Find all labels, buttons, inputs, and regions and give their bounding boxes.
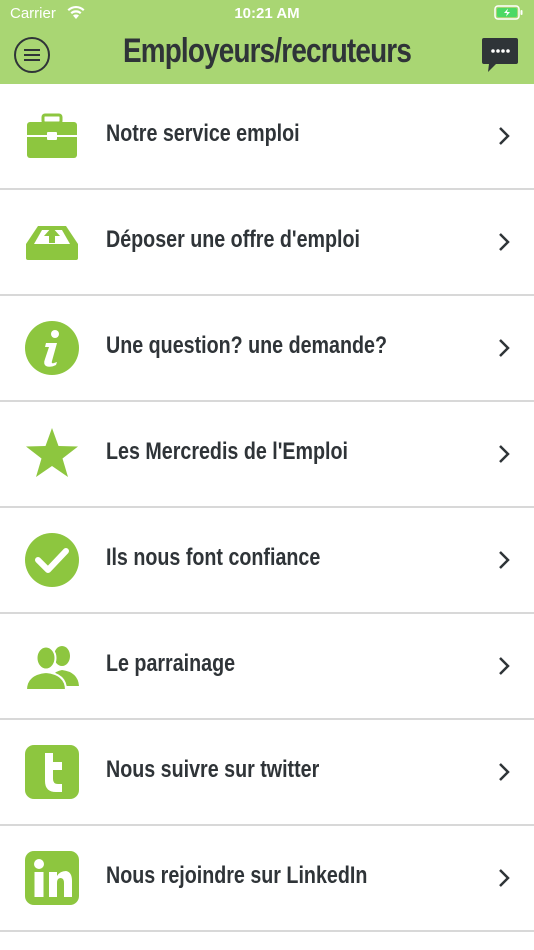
status-bar: Carrier 10:21 AM: [0, 0, 534, 28]
navigation-bar: Employeurs/recruteurs: [0, 28, 534, 84]
hamburger-line: [24, 49, 40, 51]
hamburger-line: [24, 59, 40, 61]
menu-item-label: Une question? une demande?: [106, 332, 388, 359]
menu-item-confiance[interactable]: Ils nous font confiance: [0, 508, 534, 614]
page-title: Employeurs/recruteurs: [122, 32, 412, 70]
menu-item-mercredis[interactable]: Les Mercredis de l'Emploi: [0, 402, 534, 508]
briefcase-icon: [27, 113, 77, 158]
status-time: 10:21 AM: [234, 5, 300, 22]
users-icon: [24, 645, 79, 691]
menu-item-parrainage[interactable]: Le parrainage: [0, 614, 534, 720]
chevron-right-icon: [499, 551, 510, 569]
top-bar: Carrier 10:21 AM Employeurs/recruteurs: [0, 0, 534, 84]
twitter-icon: [25, 745, 79, 799]
checkmark-icon: [25, 533, 79, 587]
chevron-right-icon: [499, 233, 510, 251]
linkedin-icon: [25, 851, 79, 905]
upload-tray-icon: [26, 226, 78, 260]
hamburger-menu-button[interactable]: [14, 37, 50, 73]
menu-item-label: Nous suivre sur twitter: [106, 756, 320, 783]
menu-list: Notre service emploi Déposer une offre d…: [0, 84, 534, 932]
menu-item-question[interactable]: Une question? une demande?: [0, 296, 534, 402]
chevron-right-icon: [499, 657, 510, 675]
menu-item-deposer-offre[interactable]: Déposer une offre d'emploi: [0, 190, 534, 296]
chat-bubble-icon[interactable]: [480, 37, 520, 75]
menu-item-label: Nous rejoindre sur LinkedIn: [106, 862, 368, 889]
chevron-right-icon: [499, 445, 510, 463]
menu-item-label: Notre service emploi: [106, 120, 300, 147]
menu-item-label: Ils nous font confiance: [106, 544, 321, 571]
menu-item-label: Déposer une offre d'emploi: [106, 226, 360, 253]
menu-item-label: Le parrainage: [106, 650, 236, 677]
info-icon: [25, 321, 79, 375]
battery-icon: [494, 5, 523, 20]
menu-item-service-emploi[interactable]: Notre service emploi: [0, 84, 534, 190]
hamburger-line: [24, 54, 40, 56]
menu-item-twitter[interactable]: Nous suivre sur twitter: [0, 720, 534, 826]
chevron-right-icon: [499, 339, 510, 357]
chevron-right-icon: [499, 869, 510, 887]
chevron-right-icon: [499, 763, 510, 781]
chevron-right-icon: [499, 127, 510, 145]
star-icon: [26, 428, 78, 477]
menu-item-linkedin[interactable]: Nous rejoindre sur LinkedIn: [0, 826, 534, 932]
menu-item-label: Les Mercredis de l'Emploi: [106, 438, 349, 465]
